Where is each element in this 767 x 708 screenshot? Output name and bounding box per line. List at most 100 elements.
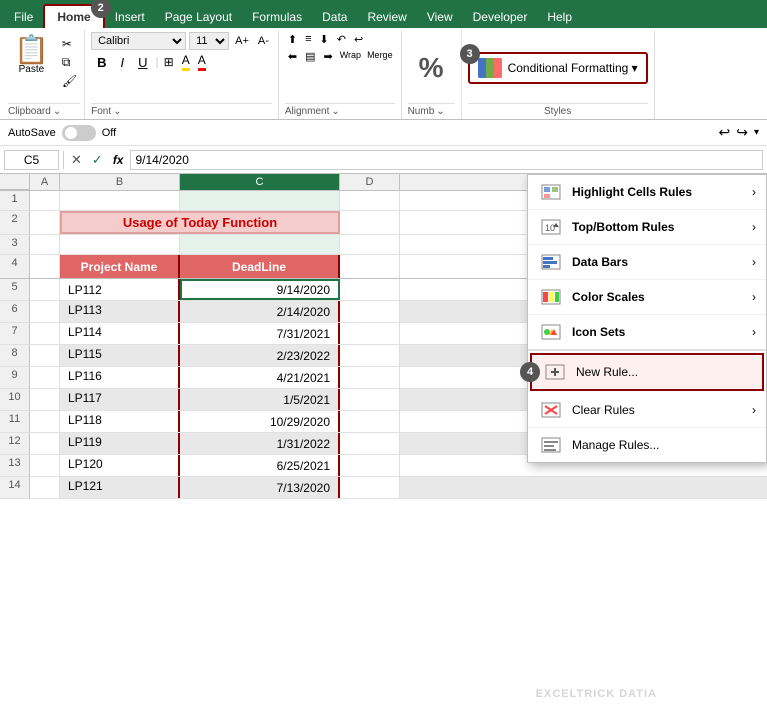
- fill-color-button[interactable]: A: [179, 52, 193, 72]
- bold-button[interactable]: B: [91, 53, 112, 72]
- number-format-button[interactable]: %: [419, 52, 444, 84]
- cell-D8[interactable]: [340, 345, 400, 366]
- cell-C13[interactable]: 6/25/2021: [180, 455, 340, 476]
- cell-D9[interactable]: [340, 367, 400, 388]
- conditional-formatting-button[interactable]: Conditional Formatting ▾ 3: [468, 52, 648, 84]
- font-size-select[interactable]: 11: [189, 32, 229, 50]
- menu-item-manage-rules[interactable]: Manage Rules...: [528, 428, 766, 462]
- cell-B10[interactable]: LP117: [60, 389, 180, 410]
- cell-B9[interactable]: LP116: [60, 367, 180, 388]
- cell-A14[interactable]: [30, 477, 60, 498]
- menu-item-icon-sets[interactable]: Icon Sets ›: [528, 315, 766, 351]
- cell-C3[interactable]: [180, 235, 340, 254]
- cell-C9[interactable]: 4/21/2021: [180, 367, 340, 388]
- tab-file[interactable]: File: [4, 6, 43, 28]
- cell-D10[interactable]: [340, 389, 400, 410]
- menu-item-data-bars[interactable]: Data Bars ›: [528, 245, 766, 280]
- cell-A7[interactable]: [30, 323, 60, 344]
- align-right-button[interactable]: ➡: [321, 49, 336, 64]
- clipboard-expand-icon[interactable]: ⌄: [53, 106, 61, 117]
- tab-insert[interactable]: Insert: [105, 6, 155, 28]
- cell-C7[interactable]: 7/31/2021: [180, 323, 340, 344]
- align-top-button[interactable]: ⬆: [285, 32, 300, 47]
- cell-B3[interactable]: [60, 235, 180, 254]
- merge-center-button[interactable]: Merge: [365, 49, 395, 64]
- alignment-expand-icon[interactable]: ⌄: [331, 106, 339, 117]
- menu-item-highlight-cells[interactable]: Highlight Cells Rules ›: [528, 175, 766, 210]
- cell-D4[interactable]: [340, 255, 400, 278]
- underline-button[interactable]: U: [132, 53, 153, 72]
- insert-function-button[interactable]: fx: [110, 153, 127, 167]
- wrap-text-button[interactable]: Wrap: [338, 49, 363, 64]
- cell-C14[interactable]: 7/13/2020: [180, 477, 340, 498]
- cell-B14[interactable]: LP121: [60, 477, 180, 498]
- cell-C10[interactable]: 1/5/2021: [180, 389, 340, 410]
- increase-font-button[interactable]: A+: [232, 33, 252, 49]
- cell-B5[interactable]: LP112: [60, 279, 180, 300]
- cell-D2[interactable]: [340, 211, 400, 234]
- text-direction-button[interactable]: ↶: [334, 32, 349, 47]
- tab-data[interactable]: Data: [312, 6, 357, 28]
- tab-formulas[interactable]: Formulas: [242, 6, 312, 28]
- cell-A2[interactable]: [30, 211, 60, 234]
- indent-button[interactable]: ↩: [351, 32, 366, 47]
- cell-C12[interactable]: 1/31/2022: [180, 433, 340, 454]
- menu-item-top-bottom[interactable]: 10 Top/Bottom Rules ›: [528, 210, 766, 245]
- col-header-D[interactable]: D: [340, 174, 400, 190]
- cell-A10[interactable]: [30, 389, 60, 410]
- cancel-formula-button[interactable]: ✕: [68, 152, 85, 168]
- cell-A8[interactable]: [30, 345, 60, 366]
- paste-button[interactable]: 📋 Paste: [8, 32, 55, 79]
- cell-D12[interactable]: [340, 433, 400, 454]
- menu-item-new-rule[interactable]: New Rule... 4: [530, 353, 764, 391]
- cell-B11[interactable]: LP118: [60, 411, 180, 432]
- tab-view[interactable]: View: [417, 6, 463, 28]
- undo-button[interactable]: ↩: [719, 124, 731, 141]
- autosave-toggle[interactable]: [62, 125, 96, 141]
- cell-A11[interactable]: [30, 411, 60, 432]
- font-expand-icon[interactable]: ⌄: [113, 106, 121, 117]
- cell-B12[interactable]: LP119: [60, 433, 180, 454]
- cell-D14[interactable]: [340, 477, 400, 498]
- cell-B1[interactable]: [60, 191, 180, 210]
- formula-input[interactable]: [130, 150, 763, 170]
- cell-B8[interactable]: LP115: [60, 345, 180, 366]
- tab-review[interactable]: Review: [357, 6, 416, 28]
- cell-A9[interactable]: [30, 367, 60, 388]
- cell-B13[interactable]: LP120: [60, 455, 180, 476]
- font-color-button[interactable]: A: [195, 52, 209, 72]
- cell-B2[interactable]: Usage of Today Function: [60, 211, 340, 234]
- decrease-font-button[interactable]: A-: [255, 33, 272, 49]
- cell-C6[interactable]: 2/14/2020: [180, 301, 340, 322]
- cell-A12[interactable]: [30, 433, 60, 454]
- cell-reference[interactable]: [4, 150, 59, 170]
- menu-item-color-scales[interactable]: Color Scales ›: [528, 280, 766, 315]
- align-left-button[interactable]: ⬅: [285, 49, 300, 64]
- number-expand-icon[interactable]: ⌄: [436, 106, 444, 117]
- cell-D11[interactable]: [340, 411, 400, 432]
- cell-D6[interactable]: [340, 301, 400, 322]
- cell-D1[interactable]: [340, 191, 400, 210]
- cell-A3[interactable]: [30, 235, 60, 254]
- format-painter-button[interactable]: 🖌: [59, 73, 80, 89]
- align-bottom-button[interactable]: ⬇: [317, 32, 332, 47]
- redo-button[interactable]: ↪: [736, 124, 748, 141]
- cell-A13[interactable]: [30, 455, 60, 476]
- tab-developer[interactable]: Developer: [463, 6, 538, 28]
- font-name-select[interactable]: Calibri: [91, 32, 186, 50]
- tab-home[interactable]: Home 2: [43, 4, 104, 28]
- cell-D5[interactable]: [340, 279, 400, 300]
- cell-D7[interactable]: [340, 323, 400, 344]
- col-header-C[interactable]: C: [180, 174, 340, 190]
- italic-button[interactable]: I: [115, 53, 131, 72]
- cell-C4[interactable]: DeadLine: [180, 255, 340, 278]
- cut-button[interactable]: ✂: [59, 36, 80, 52]
- menu-item-clear-rules[interactable]: Clear Rules ›: [528, 393, 766, 428]
- cell-A1[interactable]: [30, 191, 60, 210]
- align-center-button[interactable]: ▤: [302, 49, 318, 64]
- copy-button[interactable]: ⧉: [59, 54, 80, 71]
- cell-A6[interactable]: [30, 301, 60, 322]
- border-button[interactable]: ⊞: [161, 54, 177, 70]
- cell-C1[interactable]: [180, 191, 340, 210]
- confirm-formula-button[interactable]: ✓: [89, 152, 106, 168]
